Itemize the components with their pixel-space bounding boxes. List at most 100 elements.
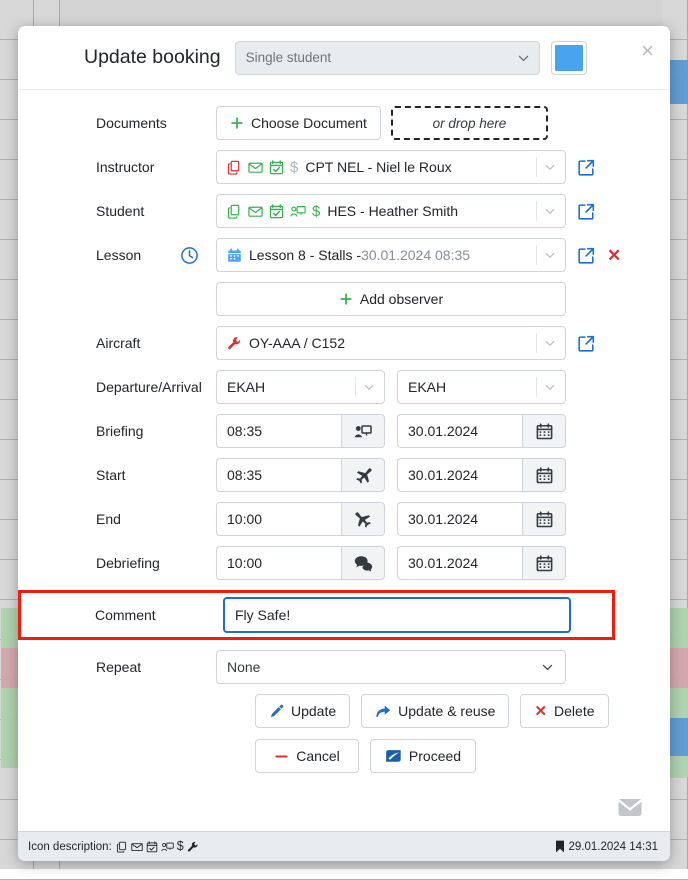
proceed-logo-icon: [385, 748, 402, 764]
close-icon[interactable]: ×: [641, 40, 654, 62]
add-observer-button[interactable]: Add observer: [216, 282, 566, 316]
repeat-row: Repeat None: [18, 650, 670, 684]
plane-landing-icon[interactable]: [341, 502, 385, 536]
lesson-clock-icon[interactable]: [163, 246, 216, 265]
instructor-label: Instructor: [18, 159, 163, 175]
documents-row: Documents Choose Document or drop here: [18, 106, 670, 140]
chevron-down-icon: [363, 381, 375, 393]
student-select[interactable]: $ HES - Heather Smith: [216, 194, 566, 228]
choose-document-button[interactable]: Choose Document: [216, 106, 381, 140]
debriefing-time-input[interactable]: 10:00: [216, 546, 341, 580]
debriefing-date-input[interactable]: 30.01.2024: [397, 546, 522, 580]
repeat-select[interactable]: None: [216, 650, 566, 684]
update-reuse-button[interactable]: Update & reuse: [361, 694, 509, 728]
timestamp-area: 29.01.2024 14:31: [555, 840, 658, 853]
debriefing-date-field[interactable]: 30.01.2024: [397, 546, 566, 580]
briefing-time-field[interactable]: 08:35: [216, 414, 385, 448]
calendar-check-icon: [269, 204, 284, 219]
presentation-icon[interactable]: [341, 414, 385, 448]
chevron-down-icon: [544, 249, 556, 261]
briefing-time-input[interactable]: 08:35: [216, 414, 341, 448]
timestamp-value: 29.01.2024 14:31: [568, 841, 658, 853]
departure-arrival-label: Departure/Arrival: [18, 379, 163, 395]
end-time-input[interactable]: 10:00: [216, 502, 341, 536]
cancel-button[interactable]: Cancel: [255, 739, 359, 773]
aircraft-label: Aircraft: [18, 335, 163, 351]
wrench-icon: [227, 336, 242, 351]
aircraft-select[interactable]: OY-AAA / C152: [216, 326, 566, 360]
icon-legend-glyphs: $: [116, 840, 199, 853]
plus-icon: [230, 116, 244, 130]
calendar-icon[interactable]: [522, 502, 566, 536]
end-time-field[interactable]: 10:00: [216, 502, 385, 536]
aircraft-external-link-icon[interactable]: [578, 335, 595, 352]
delete-button[interactable]: ✕ Delete: [520, 694, 608, 728]
start-time-input[interactable]: 08:35: [216, 458, 341, 492]
briefing-date-input[interactable]: 30.01.2024: [397, 414, 522, 448]
calendar-icon[interactable]: [522, 458, 566, 492]
booking-type-select[interactable]: Single student: [235, 41, 540, 75]
redo-arrow-icon: [375, 704, 391, 719]
dialog-header: Update booking Single student ×: [18, 26, 670, 90]
chevron-down-icon: [517, 51, 530, 64]
mail-envelope-icon[interactable]: [618, 798, 642, 817]
copy-icon: [227, 160, 242, 175]
presentation-icon: [161, 841, 174, 853]
lesson-label: Lesson: [18, 247, 163, 263]
proceed-button[interactable]: Proceed: [370, 739, 476, 773]
observer-row: Add observer: [18, 282, 670, 316]
lesson-external-link-icon[interactable]: [578, 247, 595, 264]
start-date-field[interactable]: 30.01.2024: [397, 458, 566, 492]
update-reuse-label: Update & reuse: [398, 703, 495, 719]
comment-input[interactable]: Fly Safe!: [223, 597, 571, 633]
start-date-input[interactable]: 30.01.2024: [397, 458, 522, 492]
secondary-actions: Cancel Proceed: [18, 739, 670, 773]
dialog-body: Documents Choose Document or drop here I…: [18, 90, 670, 831]
student-external-link-icon[interactable]: [578, 203, 595, 220]
lesson-select[interactable]: Lesson 8 - Stalls - 30.01.2024 08:35: [216, 238, 566, 272]
envelope-icon: [248, 160, 263, 175]
dollar-icon: $: [290, 160, 298, 175]
update-button[interactable]: Update: [255, 694, 350, 728]
student-label: Student: [18, 203, 163, 219]
departure-select[interactable]: EKAH: [216, 370, 385, 404]
choose-document-label: Choose Document: [251, 115, 367, 131]
start-time-field[interactable]: 08:35: [216, 458, 385, 492]
lesson-value: Lesson 8 - Stalls -: [249, 247, 361, 263]
chevron-down-icon: [544, 381, 556, 393]
plus-icon: [339, 292, 353, 306]
dialog-footer: Icon description: $: [18, 831, 670, 861]
debriefing-time-field[interactable]: 10:00: [216, 546, 385, 580]
calendar-check-icon: [146, 841, 158, 853]
calendar-icon[interactable]: [522, 546, 566, 580]
chevron-down-icon: [541, 661, 554, 674]
pencil-icon: [269, 704, 284, 719]
calendar-icon[interactable]: [522, 414, 566, 448]
arrival-select[interactable]: EKAH: [397, 370, 566, 404]
end-date-field[interactable]: 30.01.2024: [397, 502, 566, 536]
update-booking-dialog: Update booking Single student × Document…: [18, 26, 670, 861]
remove-lesson-icon[interactable]: ✕: [607, 247, 621, 264]
chevron-down-icon: [544, 205, 556, 217]
comment-label: Comment: [21, 607, 170, 623]
briefing-row: Briefing 08:35 30.01.2024: [18, 414, 670, 448]
debriefing-row: Debriefing 10:00 30.01.2024: [18, 546, 670, 580]
instructor-external-link-icon[interactable]: [578, 159, 595, 176]
end-date-input[interactable]: 30.01.2024: [397, 502, 522, 536]
arrival-value: EKAH: [408, 379, 446, 395]
plane-takeoff-icon[interactable]: [341, 458, 385, 492]
color-swatch[interactable]: [551, 41, 587, 75]
update-label: Update: [291, 703, 336, 719]
chat-bubbles-icon[interactable]: [341, 546, 385, 580]
aircraft-row: Aircraft OY-AAA / C152: [18, 326, 670, 360]
departure-arrival-row: Departure/Arrival EKAH EKAH: [18, 370, 670, 404]
chevron-down-icon: [544, 161, 556, 173]
dollar-icon: $: [312, 204, 320, 219]
briefing-date-field[interactable]: 30.01.2024: [397, 414, 566, 448]
briefing-label: Briefing: [18, 423, 163, 439]
booking-type-value: Single student: [246, 50, 332, 65]
instructor-select[interactable]: $ CPT NEL - Niel le Roux: [216, 150, 566, 184]
envelope-icon: [248, 204, 263, 219]
presentation-icon: [290, 204, 306, 219]
document-drop-zone[interactable]: or drop here: [391, 106, 548, 140]
